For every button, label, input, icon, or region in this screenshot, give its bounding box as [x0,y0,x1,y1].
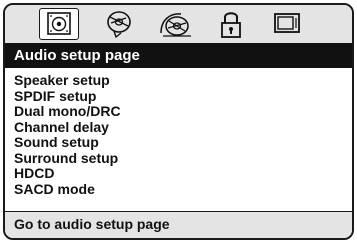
setup-menu-window: Audio setup page Speaker setup SPDIF set… [3,3,354,240]
menu-item-surround-setup[interactable]: Surround setup [14,150,352,167]
menu-item-channel-delay[interactable]: Channel delay [14,119,352,136]
audio-setup-menu: Speaker setup SPDIF setup Dual mono/DRC … [5,68,352,211]
disc-icon [107,11,131,39]
menu-item-speaker-setup[interactable]: Speaker setup [14,72,352,89]
menu-item-hdcd[interactable]: HDCD [14,165,352,182]
menu-item-dual-mono-drc[interactable]: Dual mono/DRC [14,103,352,120]
lock-icon [221,12,241,38]
setup-tab-bar [5,5,352,43]
audio-disc-icon [160,13,191,37]
tab-video-setup[interactable] [267,8,307,40]
speaker-icon [47,12,71,35]
tab-disc-setup[interactable] [99,8,139,40]
page-title: Audio setup page [5,43,352,68]
menu-item-spdif-setup[interactable]: SPDIF setup [14,88,352,105]
tab-audio-setup[interactable] [39,8,79,40]
tv-icon [274,13,300,33]
menu-item-sound-setup[interactable]: Sound setup [14,134,352,151]
status-bar: Go to audio setup page [5,211,352,238]
tab-parental-lock[interactable] [211,8,251,40]
menu-item-sacd-mode[interactable]: SACD mode [14,181,352,198]
tab-audio-disc[interactable] [155,8,195,40]
